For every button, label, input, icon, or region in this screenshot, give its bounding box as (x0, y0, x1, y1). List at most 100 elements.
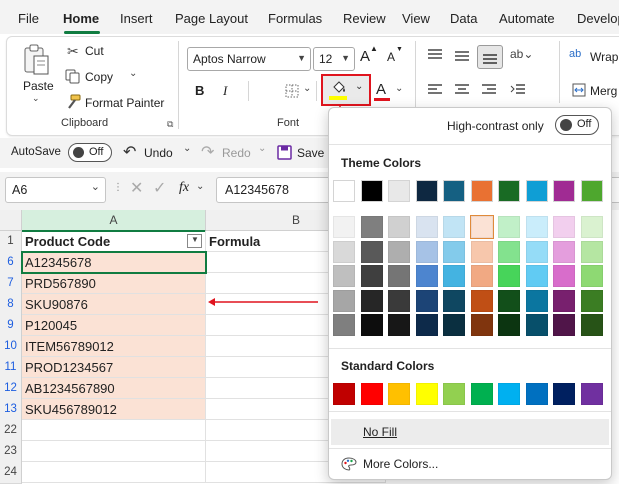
theme-shade-swatch[interactable] (443, 289, 465, 312)
theme-color-swatch[interactable] (498, 180, 520, 202)
redo-chevron-icon[interactable]: ⌄ (258, 143, 266, 154)
paste-button[interactable]: Paste (23, 79, 54, 93)
theme-shade-swatch[interactable] (333, 314, 355, 336)
theme-color-swatch[interactable] (580, 180, 603, 202)
tab-review[interactable]: Review (343, 11, 386, 26)
theme-shade-swatch[interactable] (580, 289, 603, 312)
theme-shade-swatch[interactable] (443, 265, 465, 287)
cut-button[interactable]: Cut (85, 44, 104, 58)
filter-dropdown-button[interactable]: ▼ (187, 234, 202, 248)
row-header[interactable]: 9 (0, 315, 22, 337)
standard-color-swatch[interactable] (498, 383, 520, 405)
column-header-a[interactable]: A (22, 210, 206, 232)
theme-shade-swatch[interactable] (415, 216, 438, 238)
cell-a24[interactable] (22, 462, 206, 483)
theme-shade-swatch[interactable] (470, 314, 493, 336)
standard-color-swatch[interactable] (525, 383, 548, 405)
theme-shade-swatch[interactable] (443, 240, 465, 263)
merge-button[interactable]: Merg (590, 84, 617, 98)
paste-chevron-icon[interactable]: ⌄ (32, 93, 40, 104)
wrap-text-button[interactable]: Wrap (590, 50, 618, 64)
theme-shade-swatch[interactable] (580, 314, 603, 336)
theme-shade-swatch[interactable] (360, 265, 383, 287)
borders-icon[interactable] (285, 84, 299, 98)
format-painter-icon[interactable] (65, 94, 81, 110)
theme-shade-swatch[interactable] (498, 216, 520, 238)
theme-shade-swatch[interactable] (525, 240, 548, 263)
tab-file[interactable]: File (18, 11, 39, 26)
cell-a1[interactable]: Product Code (22, 231, 206, 252)
theme-shade-swatch[interactable] (415, 289, 438, 312)
insert-function-button[interactable]: fx (179, 180, 189, 196)
theme-color-swatch[interactable] (525, 180, 548, 202)
tab-automate[interactable]: Automate (499, 11, 555, 26)
redo-icon[interactable]: ↷ (201, 142, 214, 162)
theme-shade-swatch[interactable] (415, 265, 438, 287)
theme-shade-swatch[interactable] (388, 289, 410, 312)
align-center-icon[interactable] (454, 83, 470, 97)
tab-insert[interactable]: Insert (120, 11, 153, 26)
theme-shade-swatch[interactable] (360, 314, 383, 336)
cut-icon[interactable]: ✂ (67, 43, 79, 60)
more-colors-option[interactable]: More Colors... (331, 452, 609, 476)
theme-color-swatch[interactable] (553, 180, 575, 202)
standard-color-swatch[interactable] (443, 383, 465, 405)
align-right-icon[interactable] (481, 83, 497, 97)
tab-formulas[interactable]: Formulas (268, 11, 322, 26)
theme-shade-swatch[interactable] (443, 314, 465, 336)
standard-color-swatch[interactable] (388, 383, 410, 405)
row-header[interactable]: 1 (0, 231, 22, 253)
theme-shade-swatch[interactable] (498, 289, 520, 312)
merge-icon[interactable] (572, 83, 586, 97)
row-header[interactable]: 10 (0, 336, 22, 358)
theme-shade-swatch[interactable] (553, 289, 575, 312)
theme-shade-swatch[interactable] (498, 240, 520, 263)
cell-a10[interactable]: ITEM56789012 (22, 336, 206, 357)
cell-a11[interactable]: PROD1234567 (22, 357, 206, 378)
theme-shade-swatch[interactable] (470, 240, 493, 263)
orientation-icon[interactable]: ab⌄ (510, 47, 533, 61)
cell-a23[interactable] (22, 441, 206, 462)
tab-developer[interactable]: Develop (577, 11, 619, 26)
cell-a8[interactable]: SKU90876 (22, 294, 206, 315)
indent-icon[interactable] (510, 83, 526, 97)
theme-color-swatch[interactable] (470, 180, 493, 202)
name-box[interactable]: A6 ⌄ (5, 177, 106, 203)
theme-shade-swatch[interactable] (525, 216, 548, 238)
borders-chevron-icon[interactable]: ⌄ (303, 83, 311, 94)
theme-shade-swatch[interactable] (388, 314, 410, 336)
cell-a13[interactable]: SKU456789012 (22, 399, 206, 420)
row-header[interactable]: 22 (0, 420, 22, 442)
bold-button[interactable]: B (195, 83, 204, 98)
tab-home[interactable]: Home (63, 11, 99, 26)
theme-shade-swatch[interactable] (415, 314, 438, 336)
theme-shade-swatch[interactable] (333, 265, 355, 287)
theme-shade-swatch[interactable] (333, 216, 355, 238)
increase-font-icon[interactable]: A (360, 48, 370, 65)
save-icon[interactable] (277, 145, 292, 160)
theme-shade-swatch[interactable] (443, 216, 465, 238)
theme-shade-swatch[interactable] (360, 216, 383, 238)
theme-shade-swatch[interactable] (525, 289, 548, 312)
theme-shade-swatch[interactable] (388, 265, 410, 287)
high-contrast-toggle[interactable]: Off (555, 115, 599, 135)
row-header[interactable]: 24 (0, 462, 22, 484)
theme-shade-swatch[interactable] (470, 265, 493, 287)
theme-shade-swatch[interactable] (388, 240, 410, 263)
align-top-icon[interactable] (427, 49, 443, 63)
theme-shade-swatch[interactable] (525, 265, 548, 287)
copy-chevron-icon[interactable]: ⌄ (129, 68, 137, 79)
format-painter-button[interactable]: Format Painter (85, 96, 164, 110)
enter-icon[interactable]: ✓ (153, 178, 166, 198)
theme-color-swatch[interactable] (443, 180, 465, 202)
theme-shade-swatch[interactable] (333, 240, 355, 263)
row-header[interactable]: 11 (0, 357, 22, 379)
clipboard-launcher-icon[interactable]: ⧉ (167, 119, 173, 130)
row-header[interactable]: 7 (0, 273, 22, 295)
undo-chevron-icon[interactable]: ⌄ (183, 143, 191, 154)
theme-color-swatch[interactable] (360, 180, 383, 202)
cell-a7[interactable]: PRD567890 (22, 273, 206, 294)
undo-icon[interactable]: ↶ (123, 142, 136, 162)
theme-shade-swatch[interactable] (470, 289, 493, 312)
row-header[interactable]: 8 (0, 294, 22, 316)
